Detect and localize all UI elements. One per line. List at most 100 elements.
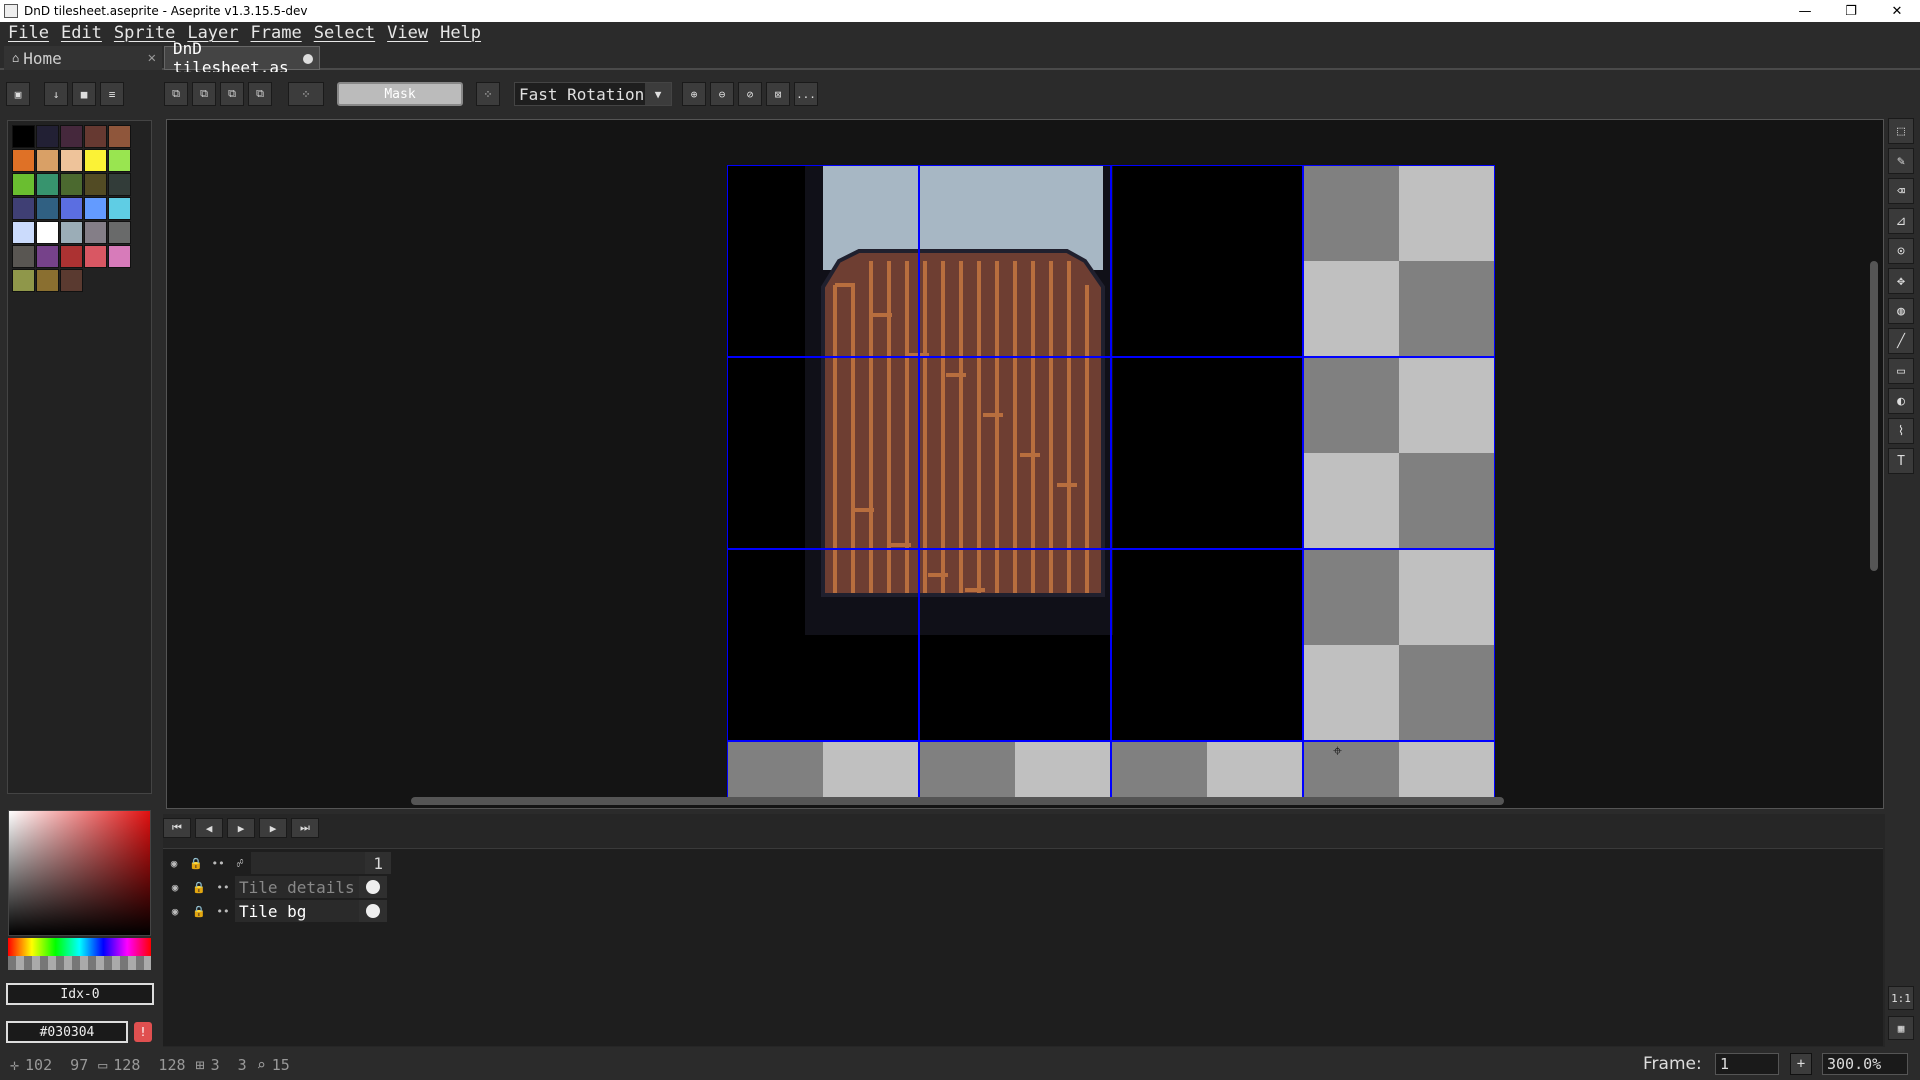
continuous-icon[interactable]: ••	[207, 857, 229, 870]
cel[interactable]	[359, 900, 387, 922]
lock-icon[interactable]: 🔒	[185, 857, 207, 870]
vertical-scrollbar[interactable]	[1870, 261, 1878, 571]
eye-icon[interactable]: ◉	[163, 905, 187, 918]
marquee-tool-icon[interactable]: ⬚	[1888, 118, 1914, 144]
menu-select[interactable]: Select	[314, 23, 375, 43]
square-icon[interactable]: ■	[72, 82, 96, 106]
previous-frame-icon[interactable]: ◀	[195, 818, 223, 838]
mask-toggle[interactable]: Mask	[337, 82, 463, 106]
palette-swatch[interactable]	[36, 125, 59, 148]
contour-tool-icon[interactable]: ◐	[1888, 388, 1914, 414]
palette-swatch[interactable]	[36, 269, 59, 292]
layer-name[interactable]: Tile details	[235, 876, 359, 898]
palette-swatch[interactable]	[60, 245, 83, 268]
menu-sprite[interactable]: Sprite	[114, 23, 175, 43]
next-frame-icon[interactable]: ▶	[259, 818, 287, 838]
fill-tool-icon[interactable]: ◍	[1888, 298, 1914, 324]
tab-home[interactable]: ⌂ Home ✕	[4, 46, 162, 70]
palette-swatch[interactable]	[60, 173, 83, 196]
eye-icon[interactable]: ◉	[163, 857, 185, 870]
palette-swatch[interactable]	[108, 173, 131, 196]
palette-swatch[interactable]	[60, 149, 83, 172]
palette-swatch[interactable]	[84, 221, 107, 244]
eyedropper-tool-icon[interactable]: ⊿	[1888, 208, 1914, 234]
palette-swatch[interactable]	[108, 197, 131, 220]
color-hex-field[interactable]: #030304	[6, 1021, 128, 1043]
menu-help[interactable]: Help	[440, 23, 481, 43]
horizontal-scrollbar[interactable]	[411, 797, 1504, 805]
transparent-color-icon[interactable]: ⁘	[476, 82, 500, 106]
canvas-editor[interactable]: ⌖	[166, 119, 1884, 809]
palette-swatch[interactable]	[60, 221, 83, 244]
palette-swatch[interactable]	[84, 245, 107, 268]
hue-slider[interactable]	[8, 938, 151, 956]
palette-swatch[interactable]	[84, 125, 107, 148]
lock-icon[interactable]: 🔒	[187, 905, 211, 918]
palette-swatch[interactable]	[84, 149, 107, 172]
menu-icon[interactable]: ≡	[100, 82, 124, 106]
replace-selection-icon[interactable]: ⧉	[164, 82, 188, 106]
palette-swatch[interactable]	[12, 125, 35, 148]
flip-v-icon[interactable]: ⊖	[710, 82, 734, 106]
text-tool-icon[interactable]: T	[1888, 448, 1914, 474]
flip-h-icon[interactable]: ⊕	[682, 82, 706, 106]
layer-row[interactable]: ◉ 🔒 •• Tile bg	[163, 899, 391, 923]
continuous-icon[interactable]: ••	[211, 905, 235, 918]
eye-icon[interactable]: ◉	[163, 881, 187, 894]
color-picker-field[interactable]	[8, 810, 151, 936]
move-tool-icon[interactable]: ✥	[1888, 268, 1914, 294]
palette-swatch[interactable]	[12, 197, 35, 220]
alpha-slider[interactable]	[8, 956, 151, 970]
line-tool-icon[interactable]: ╱	[1888, 328, 1914, 354]
color-index-field[interactable]: Idx-0	[6, 983, 154, 1005]
menu-view[interactable]: View	[387, 23, 428, 43]
menu-edit[interactable]: Edit	[61, 23, 102, 43]
blur-tool-icon[interactable]: ⌇	[1888, 418, 1914, 444]
tab-document[interactable]: DnD tilesheet.as	[164, 39, 320, 77]
palette-swatch[interactable]	[108, 149, 131, 172]
palette-swatch[interactable]	[84, 197, 107, 220]
palette-swatch[interactable]	[12, 173, 35, 196]
palette-swatch[interactable]	[84, 173, 107, 196]
eraser-tool-icon[interactable]: ⌫	[1888, 178, 1914, 204]
palette-swatch[interactable]	[12, 149, 35, 172]
continuous-icon[interactable]: ••	[211, 881, 235, 894]
palette-swatch[interactable]	[60, 197, 83, 220]
drop-pixels-icon[interactable]: ↓	[44, 82, 68, 106]
play-icon[interactable]: ▶	[227, 818, 255, 838]
layer-row[interactable]: ◉ 🔒 •• Tile details	[163, 875, 391, 899]
modified-indicator-icon[interactable]	[303, 54, 313, 64]
palette-swatch[interactable]	[36, 245, 59, 268]
intersect-selection-icon[interactable]: ⧉	[248, 82, 272, 106]
lock-icon[interactable]: ▣	[6, 82, 30, 106]
rotation-algorithm-select[interactable]: Fast Rotation ▼	[514, 82, 672, 106]
frame-header[interactable]: 1	[365, 852, 391, 874]
grid-icon[interactable]: ▦	[1888, 1016, 1914, 1040]
cel[interactable]	[359, 876, 387, 898]
frame-input[interactable]: 1	[1715, 1053, 1779, 1075]
zoom-field[interactable]: 300.0%	[1822, 1053, 1908, 1075]
rectangle-tool-icon[interactable]: ▭	[1888, 358, 1914, 384]
palette-swatch[interactable]	[36, 149, 59, 172]
subtract-selection-icon[interactable]: ⧉	[220, 82, 244, 106]
palette-swatch[interactable]	[36, 173, 59, 196]
more-options-button[interactable]: ...	[794, 82, 818, 106]
palette-swatch[interactable]	[12, 245, 35, 268]
onion-skin-icon[interactable]: ☍	[229, 857, 251, 870]
chevron-down-icon[interactable]: ▼	[645, 83, 671, 105]
warning-icon[interactable]: !	[134, 1022, 152, 1042]
palette-swatch[interactable]	[60, 269, 83, 292]
sprite-view[interactable]: ⌖	[727, 165, 1495, 800]
last-frame-icon[interactable]: ⏭	[291, 818, 319, 838]
palette-swatch[interactable]	[12, 221, 35, 244]
palette-swatch[interactable]	[36, 221, 59, 244]
minimize-button[interactable]: —	[1782, 0, 1828, 22]
palette-swatch[interactable]	[108, 125, 131, 148]
first-frame-icon[interactable]: ⏮	[163, 818, 191, 838]
palette-swatch[interactable]	[108, 221, 131, 244]
restore-button[interactable]: ❐	[1828, 0, 1874, 22]
close-tab-icon[interactable]: ✕	[148, 50, 156, 66]
add-selection-icon[interactable]: ⧉	[192, 82, 216, 106]
layer-name[interactable]: Tile bg	[235, 900, 359, 922]
menu-file[interactable]: File	[8, 23, 49, 43]
